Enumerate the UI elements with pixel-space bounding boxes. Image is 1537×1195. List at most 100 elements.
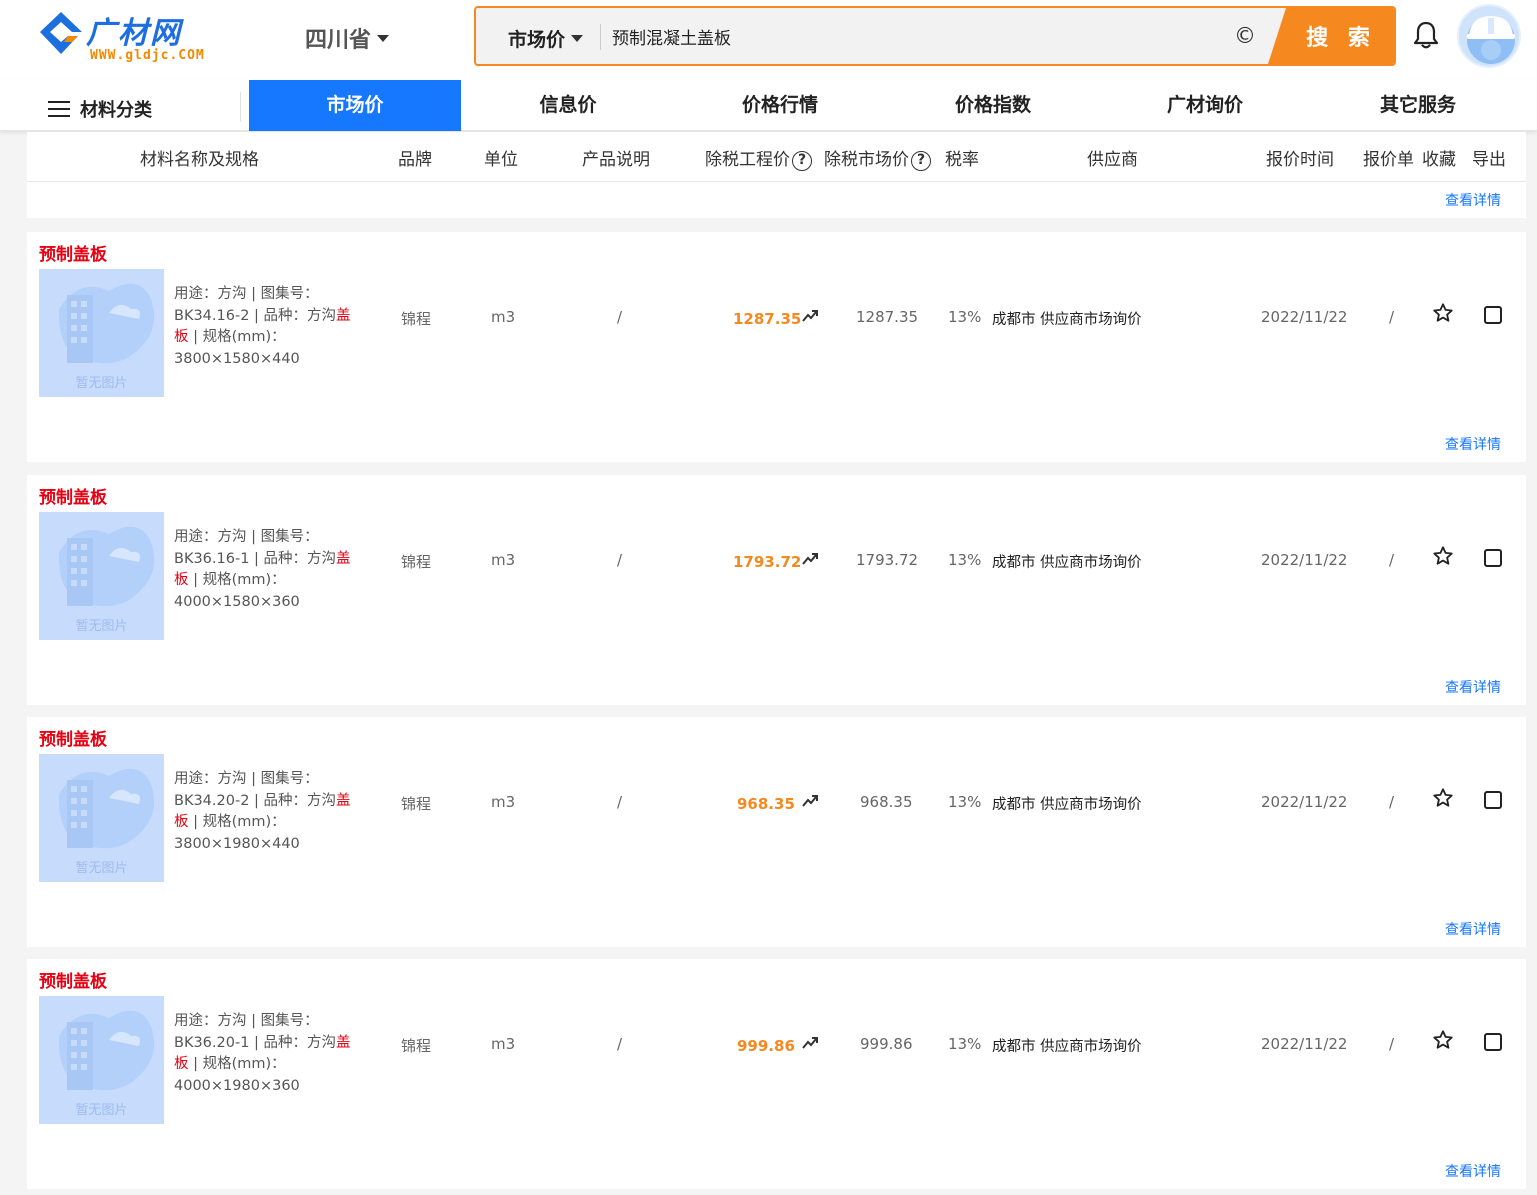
spec-text: BK34.16-2 | 品种：方沟 bbox=[174, 307, 337, 324]
quote-cell: / bbox=[1389, 793, 1395, 811]
star-icon[interactable] bbox=[1432, 302, 1454, 324]
no-image-label: 暂无图片 bbox=[75, 376, 128, 391]
search-type-dropdown[interactable]: 市场价 bbox=[508, 25, 584, 52]
col-eng-price-label: 除税工程价 bbox=[705, 150, 790, 170]
quote-cell: / bbox=[1389, 551, 1395, 569]
spec-line: 用途：方沟 | 图集号： bbox=[174, 529, 319, 545]
province-selector[interactable]: 四川省 bbox=[305, 22, 390, 54]
star-icon[interactable] bbox=[1432, 545, 1454, 567]
logo[interactable]: 广材网 WWW.gldjc.COM bbox=[38, 8, 213, 68]
avatar[interactable] bbox=[1457, 4, 1521, 68]
view-detail-link[interactable]: 查看详情 bbox=[1445, 434, 1501, 454]
help-icon[interactable]: ? bbox=[792, 151, 812, 171]
tab-price-trend[interactable]: 价格行情 bbox=[674, 80, 886, 131]
col-fav: 收藏 bbox=[1422, 150, 1456, 170]
product-image-placeholder: 暂无图片 bbox=[39, 512, 164, 640]
trend-icon[interactable] bbox=[801, 1035, 819, 1051]
col-desc: 产品说明 bbox=[582, 150, 650, 170]
spec-line: 板 | 规格(mm)： bbox=[174, 1054, 364, 1076]
category-label: 材料分类 bbox=[80, 100, 152, 121]
spec-text: | 规格(mm)： bbox=[188, 329, 286, 345]
spec-line: 板 | 规格(mm)： bbox=[174, 812, 364, 834]
spec-line: BK36.20-1 | 品种：方沟盖 bbox=[174, 1033, 364, 1055]
tab-market-price[interactable]: 市场价 bbox=[249, 80, 461, 131]
quote-cell: / bbox=[1389, 308, 1395, 326]
help-icon[interactable]: ? bbox=[911, 151, 931, 171]
brand-cell: 锦程 bbox=[401, 310, 432, 328]
product-spec: 用途：方沟 | 图集号： BK34.20-2 | 品种：方沟盖 板 | 规格(m… bbox=[174, 769, 364, 855]
spec-line: 用途：方沟 | 图集号： bbox=[174, 771, 319, 787]
supplier-cell[interactable]: 成都市 供应商市场询价 bbox=[992, 308, 1142, 329]
star-icon[interactable] bbox=[1432, 787, 1454, 809]
spec-text: | 规格(mm)： bbox=[188, 1056, 286, 1072]
trend-icon[interactable] bbox=[801, 551, 819, 567]
unit-cell: m3 bbox=[491, 551, 516, 569]
supplier-cell[interactable]: 成都市 供应商市场询价 bbox=[992, 1035, 1142, 1056]
search-button[interactable]: 搜 索 bbox=[1268, 8, 1394, 64]
spec-highlight: 板 bbox=[174, 1056, 189, 1072]
mkt-price-cell: 999.86 bbox=[860, 1035, 913, 1053]
time-cell: 2022/11/22 bbox=[1261, 308, 1348, 326]
spec-text: BK36.16-1 | 品种：方沟 bbox=[174, 550, 337, 567]
supplier-cell[interactable]: 成都市 供应商市场询价 bbox=[992, 551, 1142, 572]
eng-price-cell: 999.86 bbox=[737, 1037, 795, 1055]
star-icon[interactable] bbox=[1432, 1029, 1454, 1051]
unit-cell: m3 bbox=[491, 1035, 516, 1053]
tax-cell: 13% bbox=[948, 308, 982, 326]
product-title[interactable]: 预制盖板 bbox=[39, 240, 107, 265]
spec-text: BK34.20-2 | 品种：方沟 bbox=[174, 792, 337, 809]
table-header: 材料名称及规格 品牌 单位 产品说明 除税工程价? 除税市场价? 税率 供应商 … bbox=[27, 132, 1526, 182]
spec-text: | 规格(mm)： bbox=[188, 814, 286, 830]
spec-line: 用途：方沟 | 图集号： bbox=[174, 1013, 319, 1029]
view-detail-link[interactable]: 查看详情 bbox=[1445, 1161, 1501, 1181]
supplier-cell[interactable]: 成都市 供应商市场询价 bbox=[992, 793, 1142, 814]
tax-cell: 13% bbox=[948, 793, 982, 811]
view-detail-link[interactable]: 查看详情 bbox=[1445, 677, 1501, 697]
material-category-menu[interactable]: 材料分类 bbox=[48, 96, 152, 122]
tab-price-index[interactable]: 价格指数 bbox=[887, 80, 1099, 131]
province-label: 四川省 bbox=[305, 28, 372, 53]
product-title[interactable]: 预制盖板 bbox=[39, 483, 107, 508]
search-divider bbox=[600, 24, 601, 50]
chevron-down-icon bbox=[571, 35, 584, 42]
export-checkbox[interactable] bbox=[1484, 1033, 1502, 1051]
trend-icon[interactable] bbox=[801, 308, 819, 324]
tab-info-price[interactable]: 信息价 bbox=[462, 80, 674, 131]
trend-icon[interactable] bbox=[801, 793, 819, 809]
spec-highlight: 板 bbox=[174, 814, 189, 830]
col-quote: 报价单 bbox=[1363, 150, 1414, 170]
tab-inquiry[interactable]: 广材询价 bbox=[1099, 80, 1311, 131]
table-row: 预制盖板 暂无图片 用途：方沟 | 图集号： BK34.20-2 | 品种：方沟… bbox=[27, 717, 1526, 947]
bell-icon[interactable] bbox=[1412, 20, 1440, 50]
view-detail-link[interactable]: 查看详情 bbox=[1445, 190, 1501, 210]
product-image-placeholder: 暂无图片 bbox=[39, 269, 164, 397]
col-mkt-price-label: 除税市场价 bbox=[824, 150, 909, 170]
tab-other-services[interactable]: 其它服务 bbox=[1312, 80, 1524, 131]
user-helmet-icon bbox=[1467, 16, 1515, 64]
spec-highlight: 盖 bbox=[336, 792, 351, 809]
search-type-label: 市场价 bbox=[508, 29, 566, 51]
eng-price-cell: 1793.72 bbox=[733, 553, 802, 571]
desc-cell: / bbox=[617, 793, 623, 811]
no-image-label: 暂无图片 bbox=[75, 1103, 128, 1118]
export-checkbox[interactable] bbox=[1484, 791, 1502, 809]
search-input[interactable] bbox=[612, 20, 1212, 52]
spec-line: BK34.20-2 | 品种：方沟盖 bbox=[174, 791, 364, 813]
unit-cell: m3 bbox=[491, 793, 516, 811]
desc-cell: / bbox=[617, 308, 623, 326]
product-title[interactable]: 预制盖板 bbox=[39, 967, 107, 992]
unit-cell: m3 bbox=[491, 308, 516, 326]
clear-icon[interactable]: © bbox=[1234, 24, 1256, 49]
table-row: 预制盖板 暂无图片 用途：方沟 | 图集号： BK34.16-2 | 品种：方沟… bbox=[27, 232, 1526, 462]
col-mkt-price: 除税市场价? bbox=[824, 145, 931, 171]
col-name: 材料名称及规格 bbox=[140, 150, 259, 170]
nav-divider bbox=[240, 92, 241, 122]
spec-line: BK36.16-1 | 品种：方沟盖 bbox=[174, 549, 364, 571]
product-title[interactable]: 预制盖板 bbox=[39, 725, 107, 750]
col-unit: 单位 bbox=[484, 150, 518, 170]
view-detail-link[interactable]: 查看详情 bbox=[1445, 919, 1501, 939]
export-checkbox[interactable] bbox=[1484, 549, 1502, 567]
quote-cell: / bbox=[1389, 1035, 1395, 1053]
export-checkbox[interactable] bbox=[1484, 306, 1502, 324]
main-nav: 材料分类 市场价 信息价 价格行情 价格指数 广材询价 其它服务 bbox=[0, 80, 1537, 131]
